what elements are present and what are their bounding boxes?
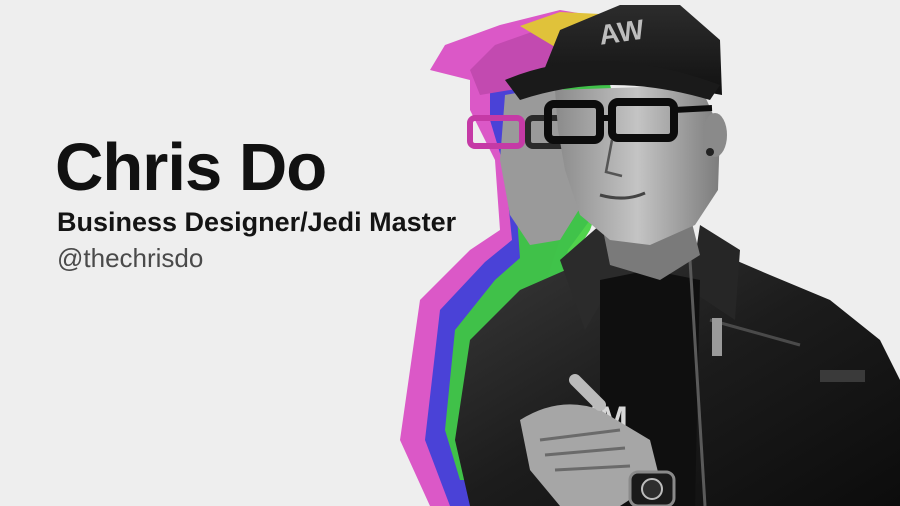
person-role: Business Designer/Jedi Master (57, 207, 457, 237)
person-name: Chris Do (55, 130, 327, 205)
lower-third-card: AW IM Chris Do Business Designer/Jedi Ma… (0, 0, 900, 506)
zipper-pull-icon (712, 318, 722, 356)
title-block: Chris Do Business Designer/Jedi Master @… (55, 132, 456, 274)
social-handle: @thechrisdo (57, 243, 204, 273)
watch-icon (628, 470, 676, 506)
cap-logo: AW (597, 14, 647, 51)
